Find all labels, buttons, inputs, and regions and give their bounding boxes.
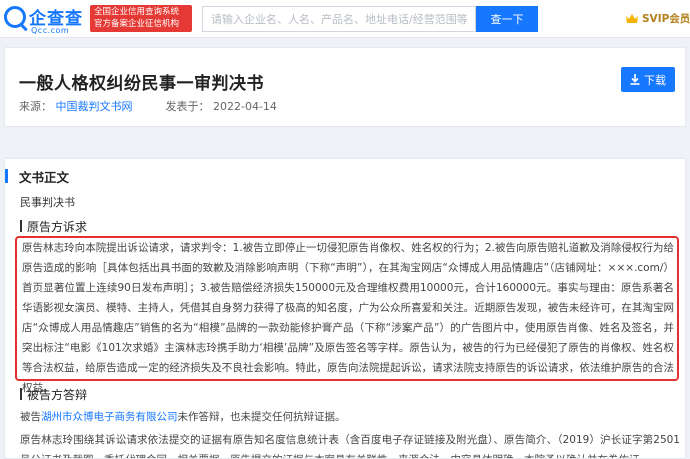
search-box (202, 6, 476, 32)
svip-link[interactable]: SVIP会员 (625, 11, 690, 26)
defendant-suffix: 未作答辩，也未提交任何抗辩证据。 (177, 411, 346, 423)
download-label: 下载 (644, 73, 666, 87)
badge-line-1: 全国企业信用查询系统 (94, 7, 180, 17)
subheading-bar (20, 388, 22, 400)
credit-badge[interactable]: 全国企业信用查询系统 官方备案企业征信机构 (90, 5, 192, 32)
document-title: 一般人格权纠纷民事一审判决书 (19, 74, 264, 94)
logo-domain: Qcc.com (31, 26, 70, 35)
highlight-box (15, 236, 679, 381)
section-header: 文书正文 (5, 168, 70, 185)
document-header-card: 一般人格权纠纷民事一审判决书 来源： 中国裁判文书网 发表于： 2022-04-… (4, 47, 686, 127)
defendant-prefix: 被告 (20, 411, 41, 423)
search-button[interactable]: 查一下 (476, 6, 538, 32)
plaintiff-heading-text: 原告方诉求 (27, 219, 88, 234)
publish-date: 2022-04-14 (213, 100, 277, 113)
plaintiff-heading: 原告方诉求 (20, 218, 87, 234)
source-link[interactable]: 中国裁判文书网 (56, 100, 133, 113)
top-header: 企查查 Qcc.com 全国企业信用查询系统 官方备案企业征信机构 查一下 SV… (0, 0, 690, 38)
document-body-card: 文书正文 民事判决书 原告方诉求 原告林志玲向本院提出诉讼请求，请求判令：1.被… (4, 158, 686, 459)
download-icon (630, 74, 640, 85)
crown-icon (626, 14, 638, 23)
subheading-bar (20, 220, 22, 232)
site-logo[interactable]: 企查查 Qcc.com (4, 4, 88, 35)
document-meta: 来源： 中国裁判文书网 发表于： 2022-04-14 (19, 98, 277, 114)
source-label: 来源： (19, 100, 52, 113)
section-title: 文书正文 (19, 169, 70, 185)
section-accent-bar (5, 169, 8, 183)
badge-line-2: 官方备案企业征信机构 (94, 19, 180, 29)
download-button[interactable]: 下载 (621, 67, 675, 92)
defendant-heading: 被告方答辩 (20, 386, 87, 402)
date-label: 发表于： (165, 100, 210, 113)
svip-label: SVIP会员 (642, 13, 690, 25)
defendant-reply: 被告湖州市众博电子商务有限公司未作答辩，也未提交任何抗辩证据。 (20, 407, 680, 427)
document-type: 民事判决书 (20, 196, 75, 209)
logo-mark-icon (4, 5, 26, 28)
evidence-text: 原告林志玲围绕其诉讼请求依法提交的证据有原告知名度信息统计表（含百度电子存证链接… (20, 434, 680, 458)
search-input[interactable] (203, 7, 475, 31)
defendant-company-link[interactable]: 湖州市众博电子商务有限公司 (41, 411, 178, 423)
defendant-heading-text: 被告方答辩 (27, 387, 88, 402)
